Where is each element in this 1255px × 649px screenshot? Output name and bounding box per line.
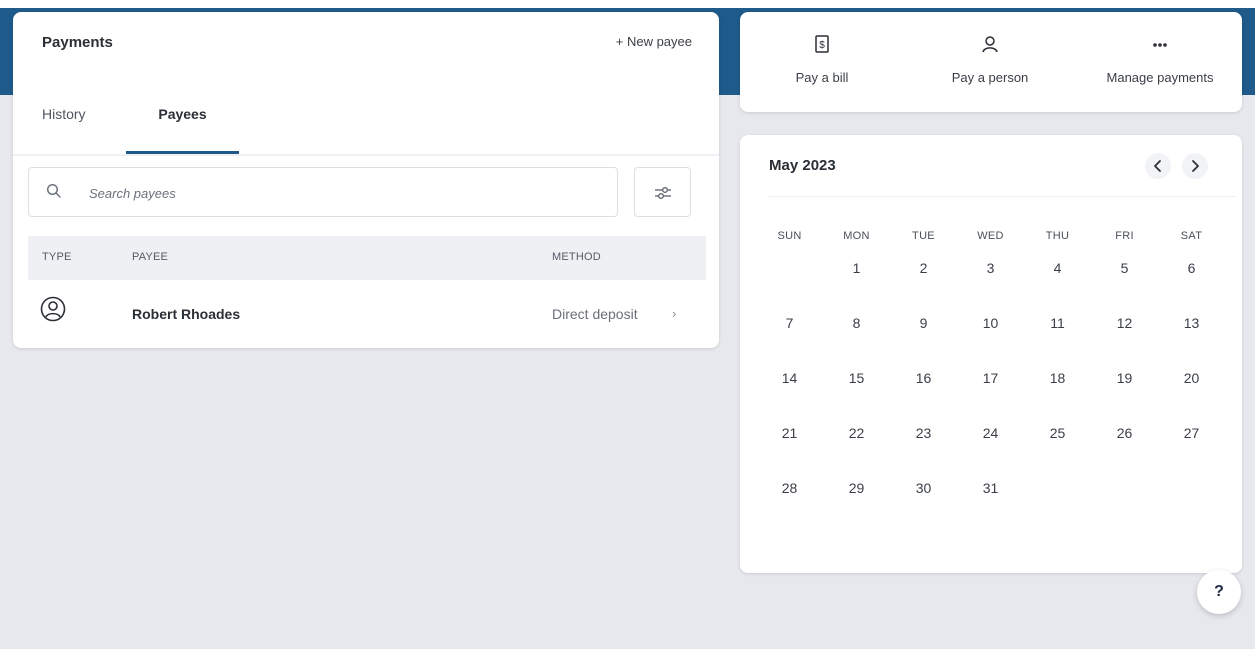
calendar-week: 7 8 9 10 11 12 13 bbox=[756, 312, 1226, 367]
weekday-wed: WED bbox=[977, 230, 1004, 242]
calendar-day[interactable]: 12 bbox=[1091, 312, 1158, 367]
calendar-day[interactable]: 19 bbox=[1091, 367, 1158, 422]
calendar-day[interactable]: 2 bbox=[890, 257, 957, 290]
calendar-day-empty bbox=[1091, 477, 1158, 532]
weekday-thu: THU bbox=[1045, 230, 1070, 242]
manage-payments-button[interactable]: Manage payments bbox=[1085, 12, 1235, 112]
payee-method: Direct deposit bbox=[552, 306, 638, 322]
calendar-day[interactable]: 26 bbox=[1091, 422, 1158, 477]
manage-payments-label: Manage payments bbox=[1106, 70, 1214, 85]
calendar-day[interactable]: 28 bbox=[756, 477, 823, 532]
weekday-fri: FRI bbox=[1115, 230, 1134, 242]
filter-button[interactable] bbox=[634, 167, 691, 217]
table-row[interactable]: Robert Rhoades Direct deposit › bbox=[28, 282, 706, 344]
calendar-month-label: May 2023 bbox=[769, 157, 836, 174]
calendar-week: 28 29 30 31 bbox=[756, 477, 1226, 532]
payments-title: Payments bbox=[42, 34, 113, 51]
weekday-tue: TUE bbox=[912, 230, 935, 242]
calendar-day[interactable]: 9 bbox=[890, 312, 957, 367]
column-header-method: METHOD bbox=[552, 251, 601, 263]
calendar-day[interactable]: 14 bbox=[756, 367, 823, 422]
bill-icon: $ bbox=[815, 35, 829, 53]
previous-month-button[interactable] bbox=[1145, 153, 1171, 179]
weekday-header-row: SUN MON TUE WED THU FRI SAT bbox=[756, 225, 1226, 247]
chevron-left-icon bbox=[1154, 160, 1161, 172]
pay-a-person-label: Pay a person bbox=[951, 70, 1029, 85]
calendar-day[interactable]: 7 bbox=[756, 312, 823, 367]
calendar-day[interactable]: 3 bbox=[957, 257, 1024, 290]
weekday-sun: SUN bbox=[777, 230, 802, 242]
svg-text:$: $ bbox=[819, 40, 825, 51]
calendar-day-empty bbox=[756, 257, 823, 290]
top-strip bbox=[0, 0, 1255, 8]
pay-a-bill-label: Pay a bill bbox=[795, 70, 849, 85]
chevron-right-icon bbox=[1192, 160, 1199, 172]
weekday-sat: SAT bbox=[1180, 230, 1203, 242]
calendar-card: May 2023 SUN MON TUE WED THU FRI SAT 1 2… bbox=[740, 135, 1242, 573]
payments-tabs: History Payees bbox=[13, 100, 719, 156]
pay-a-bill-button[interactable]: $ Pay a bill bbox=[782, 12, 862, 112]
payments-card: Payments + New payee History Payees TYPE… bbox=[13, 12, 719, 348]
calendar-grid: SUN MON TUE WED THU FRI SAT 1 2 3 4 5 6 … bbox=[756, 225, 1226, 532]
pay-a-person-button[interactable]: Pay a person bbox=[935, 12, 1045, 112]
calendar-day[interactable]: 30 bbox=[890, 477, 957, 532]
column-header-payee: PAYEE bbox=[132, 251, 169, 263]
person-icon bbox=[982, 36, 998, 53]
next-month-button[interactable] bbox=[1182, 153, 1208, 179]
calendar-week: 21 22 23 24 25 26 27 bbox=[756, 422, 1226, 477]
calendar-day-empty bbox=[1158, 477, 1225, 532]
calendar-day[interactable]: 1 bbox=[823, 257, 890, 290]
tab-payees[interactable]: Payees bbox=[126, 106, 239, 154]
calendar-divider bbox=[768, 196, 1236, 197]
help-button[interactable]: ? bbox=[1197, 570, 1241, 614]
calendar-day[interactable]: 17 bbox=[957, 367, 1024, 422]
more-icon bbox=[1153, 43, 1167, 47]
weekday-mon: MON bbox=[843, 230, 870, 242]
chevron-right-icon: › bbox=[672, 306, 677, 321]
calendar-day[interactable]: 13 bbox=[1158, 312, 1225, 367]
calendar-day[interactable]: 8 bbox=[823, 312, 890, 367]
calendar-day[interactable]: 25 bbox=[1024, 422, 1091, 477]
calendar-week: 14 15 16 17 18 19 20 bbox=[756, 367, 1226, 422]
payment-actions-card: $ Pay a bill Pay a person Manage payment… bbox=[740, 12, 1242, 112]
calendar-day[interactable]: 10 bbox=[957, 312, 1024, 367]
tab-history[interactable]: History bbox=[42, 106, 86, 154]
calendar-day[interactable]: 20 bbox=[1158, 367, 1225, 422]
calendar-day[interactable]: 29 bbox=[823, 477, 890, 532]
payee-name: Robert Rhoades bbox=[132, 306, 241, 322]
calendar-day[interactable]: 31 bbox=[957, 477, 1024, 532]
calendar-day[interactable]: 15 bbox=[823, 367, 890, 422]
calendar-day[interactable]: 24 bbox=[957, 422, 1024, 477]
calendar-day[interactable]: 4 bbox=[1024, 257, 1091, 290]
calendar-day[interactable]: 6 bbox=[1158, 257, 1225, 290]
calendar-day[interactable]: 22 bbox=[823, 422, 890, 477]
calendar-day-empty bbox=[1024, 477, 1091, 532]
sliders-icon bbox=[655, 187, 671, 199]
calendar-day[interactable]: 18 bbox=[1024, 367, 1091, 422]
calendar-day[interactable]: 5 bbox=[1091, 257, 1158, 290]
person-circle-icon bbox=[40, 296, 66, 322]
search-icon bbox=[46, 183, 61, 198]
calendar-day[interactable]: 16 bbox=[890, 367, 957, 422]
calendar-week: 1 2 3 4 5 6 bbox=[756, 257, 1226, 290]
calendar-day[interactable]: 23 bbox=[890, 422, 957, 477]
calendar-day[interactable]: 27 bbox=[1158, 422, 1225, 477]
column-header-type: TYPE bbox=[42, 251, 72, 263]
calendar-day[interactable]: 21 bbox=[756, 422, 823, 477]
search-box bbox=[28, 167, 618, 218]
calendar-day[interactable]: 11 bbox=[1024, 312, 1091, 367]
payees-table-header: TYPE PAYEE METHOD bbox=[28, 236, 706, 280]
new-payee-button[interactable]: + New payee bbox=[616, 34, 692, 49]
search-input[interactable] bbox=[87, 168, 591, 218]
